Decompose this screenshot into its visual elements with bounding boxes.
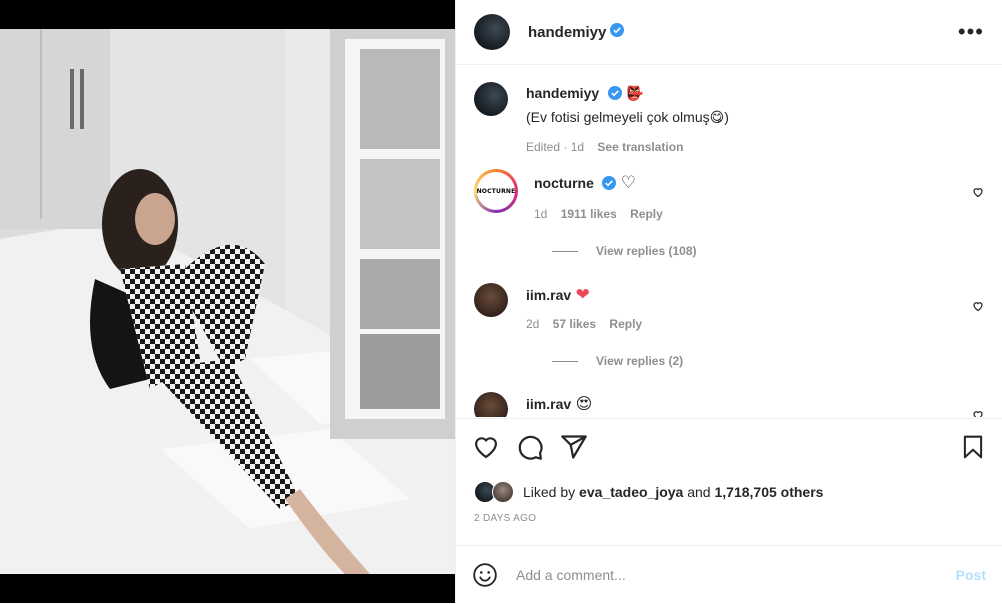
comment-input[interactable] [514,565,956,584]
comment-item: iim.rav ❤ 2d 57 likes Reply [474,283,984,331]
emoji-picker-icon[interactable] [472,562,498,588]
comment-likes[interactable]: 57 likes [553,317,596,331]
view-replies-button[interactable]: View replies (2) [552,354,984,368]
liked-by-others[interactable]: 1,718,705 others [714,484,823,500]
liked-by-and: and [687,484,711,500]
comment-avatar[interactable] [474,392,508,417]
comment-item: NOCTURNE nocturne ♡ 1d 1911 likes Reply [474,169,984,221]
author-username[interactable]: handemiyy [528,24,606,41]
comments-list: handemiyy 👺 (Ev fotisi gelmeyeli çok olm… [456,66,1002,417]
likes-summary: Liked by eva_tadeo_joya and 1,718,705 ot… [456,479,1002,505]
replies-line [552,250,578,252]
verified-badge-icon [602,176,617,195]
post-panel: handemiyy ••• handemiyy 👺 (Ev fotisi gel… [455,0,1002,603]
add-comment-bar: Post [456,545,1002,603]
comment-likes[interactable]: 1911 likes [561,207,617,221]
verified-badge-icon [610,22,625,42]
instagram-post: handemiyy ••• handemiyy 👺 (Ev fotisi gel… [0,0,1002,603]
post-media[interactable] [0,0,455,603]
like-comment-icon[interactable] [972,299,984,317]
more-options-icon[interactable]: ••• [958,21,984,43]
comment-avatar[interactable]: NOCTURNE [474,169,518,213]
replies-line [552,360,578,362]
comment-username[interactable]: iim.rav [526,287,571,303]
like-comment-icon[interactable] [972,408,984,417]
comment-time: 2d [526,317,540,331]
liked-by-user[interactable]: eva_tadeo_joya [579,484,683,500]
see-translation-link[interactable]: See translation [597,140,683,154]
like-comment-icon[interactable] [972,185,984,203]
post-timestamp: 2 DAYS AGO [474,513,537,524]
author-avatar[interactable] [474,14,510,50]
like-heart-icon[interactable] [472,433,500,461]
liked-by-prefix: Liked by [523,484,576,500]
comment-username[interactable]: iim.rav [526,396,571,412]
comment-bubble-icon[interactable] [516,433,544,461]
share-paper-plane-icon[interactable] [560,433,588,461]
comment-avatar[interactable] [474,283,508,317]
view-replies-label: View replies (108) [596,244,697,258]
reply-button[interactable]: Reply [630,207,663,221]
view-replies-label: View replies (2) [596,354,684,368]
post-photo [0,29,455,574]
reply-button[interactable]: Reply [609,317,642,331]
white-heart-emoji-icon: ♡ [620,173,637,193]
caption: handemiyy 👺 (Ev fotisi gelmeyeli çok olm… [474,82,984,154]
view-replies-button[interactable]: View replies (108) [552,244,984,258]
liker-avatar [492,481,514,503]
post-header: handemiyy ••• [456,0,1002,65]
caption-edited: Edited · 1d [526,140,585,154]
caption-avatar[interactable] [474,82,508,116]
red-heart-emoji-icon: ❤ [575,285,590,305]
liker-avatars[interactable] [474,481,518,503]
heart-eyes-emoji-icon: 😍 [575,394,593,413]
save-bookmark-icon[interactable] [960,434,986,460]
goblin-emoji-icon: 👺 [626,86,644,102]
caption-text: (Ev fotisi gelmeyeli çok olmuş😋) [526,109,729,125]
comment-item: iim.rav 😍 [474,392,984,417]
post-comment-button[interactable]: Post [956,567,986,583]
comment-time: 1d [534,207,548,221]
caption-username[interactable]: handemiyy [526,85,599,101]
avatar-text: NOCTURNE [477,172,515,210]
comment-username[interactable]: nocturne [534,175,594,191]
verified-badge-icon [607,86,622,105]
